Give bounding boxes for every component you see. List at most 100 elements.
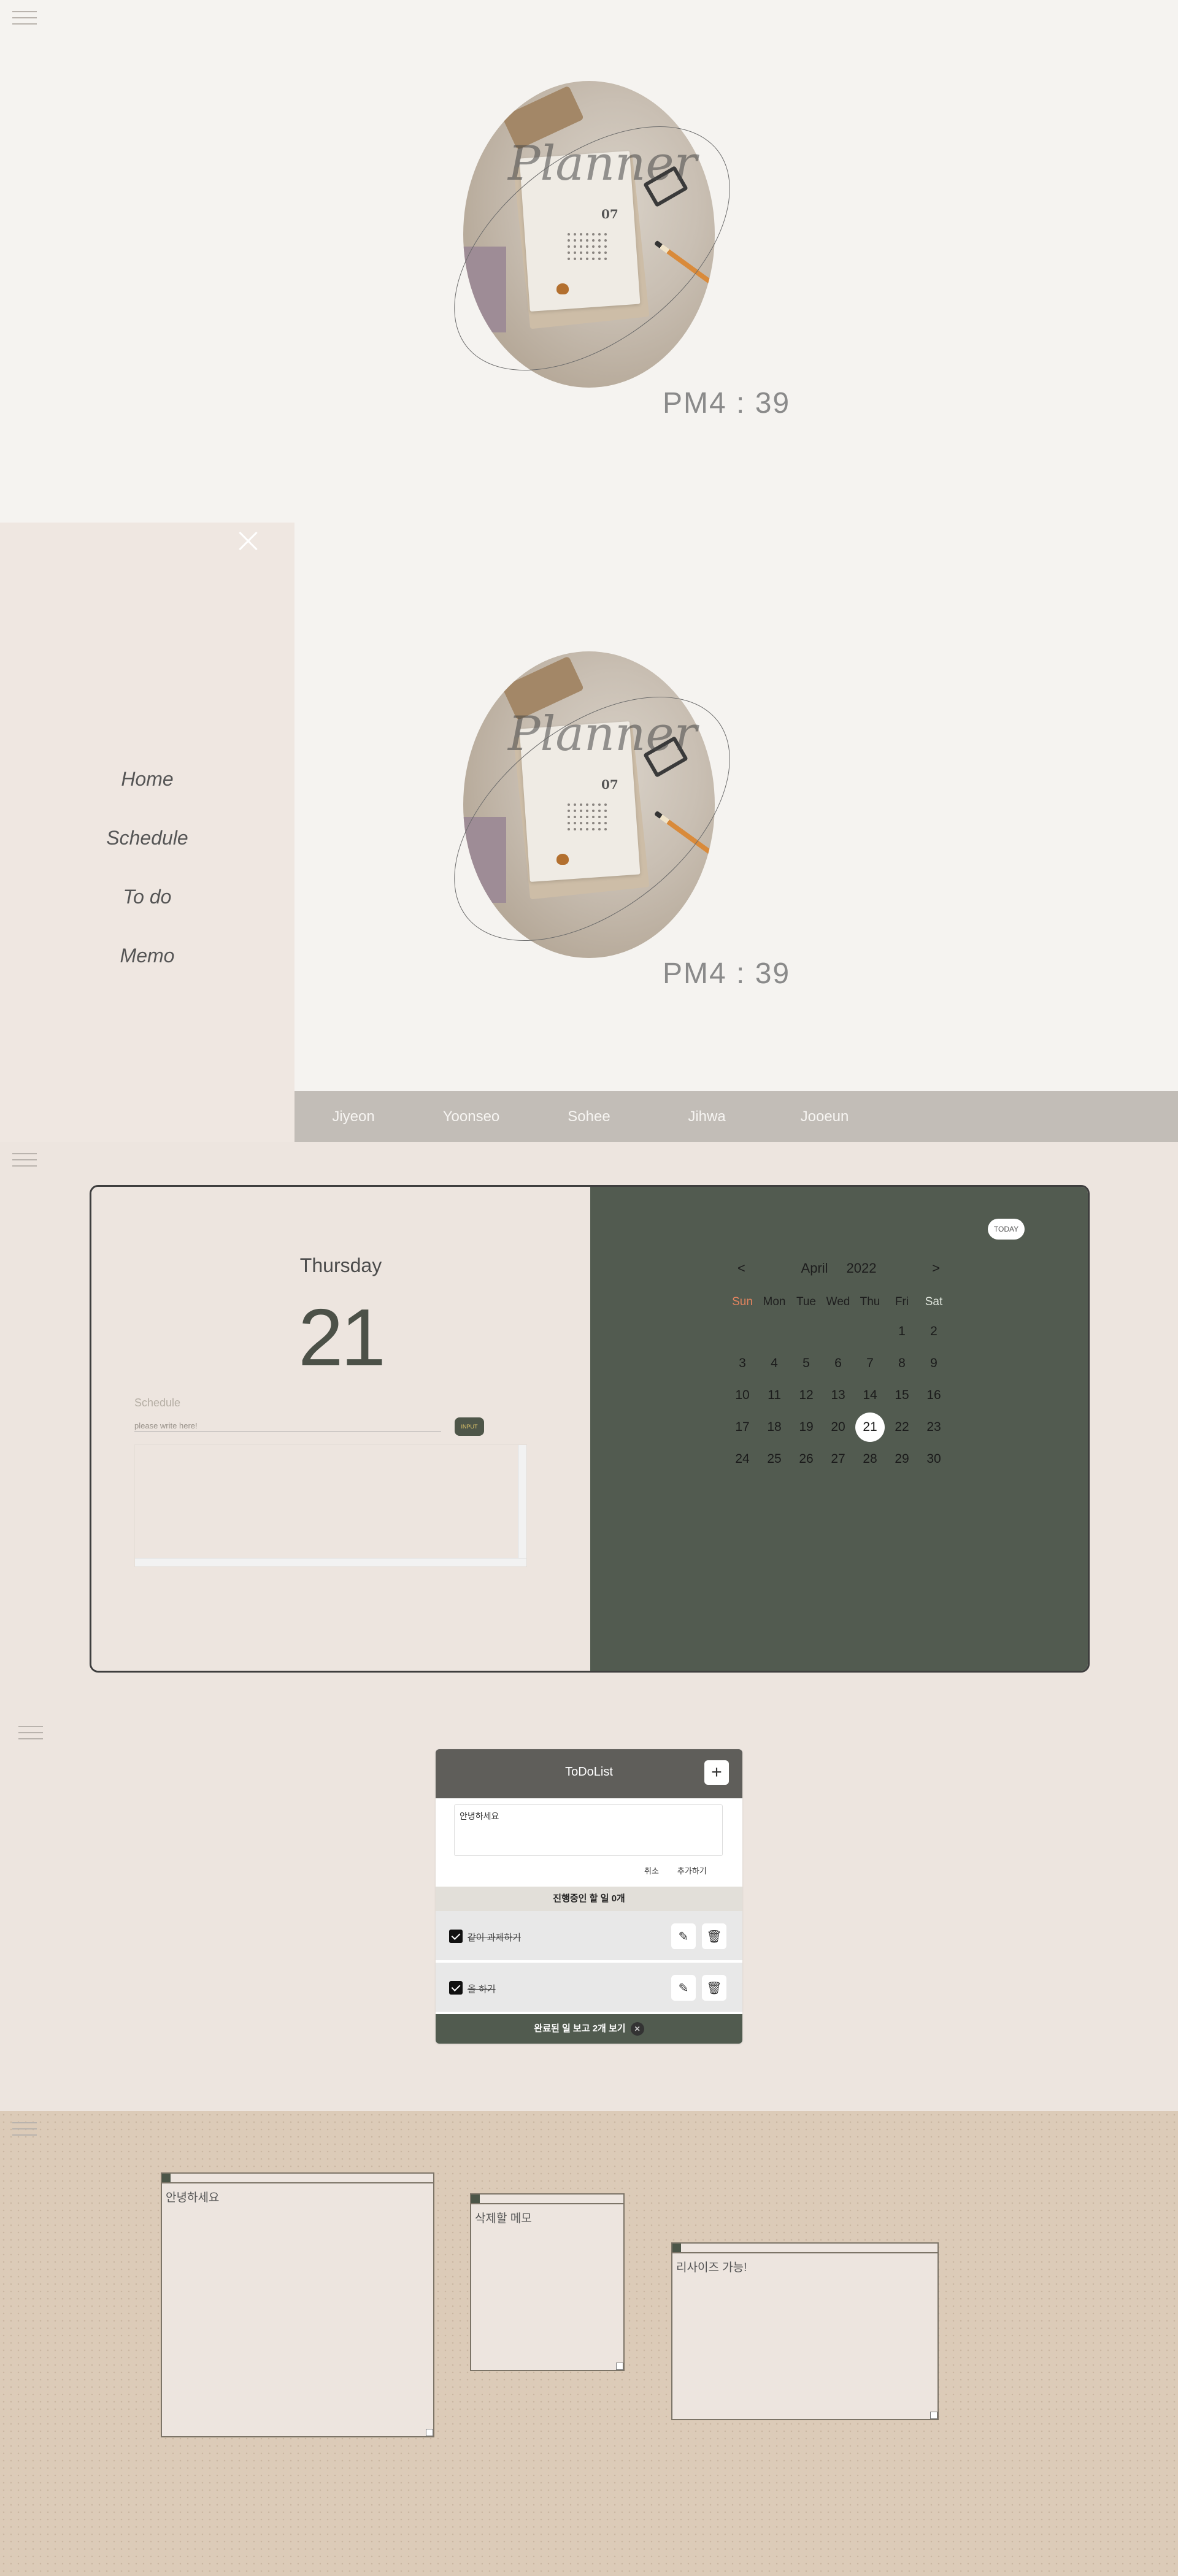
calendar-day[interactable]: 24 [726, 1443, 758, 1475]
weekday-label: Fri [895, 1295, 909, 1308]
weekday-label: Sun [732, 1295, 753, 1308]
calendar-day[interactable]: 7 [854, 1347, 886, 1379]
name-bar-secondary: Jiyeon Yoonseo Sohee Jihwa Jooeun [294, 1091, 1178, 1142]
completed-toggle-label: 완료된 일 보고 2개 보기 [534, 2023, 626, 2034]
trash-icon[interactable]: 🗑 [702, 1975, 726, 2001]
next-month-icon[interactable]: > [926, 1260, 946, 1276]
memo-drag-bar[interactable] [162, 2174, 433, 2183]
todo-textarea[interactable]: 안녕하세요 [454, 1804, 723, 1856]
calendar-grid: Sun Mon Tue Wed Thu Fri Sat 1 2 3 4 5 6 7 8 9 10 11 12 13 14… [726, 1289, 950, 1475]
calendar-year: 2022 [846, 1260, 877, 1276]
calendar-day[interactable]: 12 [790, 1379, 822, 1411]
calendar-empty-cell [822, 1316, 854, 1347]
drag-handle-icon[interactable] [162, 2174, 171, 2182]
calendar-day[interactable]: 29 [886, 1443, 918, 1475]
checkbox[interactable] [449, 1981, 463, 1995]
name-link-jihwa[interactable]: Jihwa [648, 1108, 766, 1125]
name-link-sohee[interactable]: Sohee [530, 1108, 648, 1125]
memo-note[interactable]: 리사이즈 가능! [671, 2242, 939, 2420]
hamburger-menu-icon[interactable] [12, 11, 37, 25]
todo-card: ToDoList + 안녕하세요 취소 추가하기 진행중인 할 일 0개 같이 … [436, 1749, 742, 2044]
drag-handle-icon[interactable] [672, 2244, 681, 2252]
close-icon[interactable] [236, 529, 260, 553]
completed-toggle-button[interactable]: 완료된 일 보고 2개 보기 ✕ [436, 2014, 742, 2044]
calendar-day[interactable]: 20 [822, 1411, 854, 1443]
memo-text[interactable]: 리사이즈 가능! [672, 2253, 937, 2280]
calendar-day[interactable]: 23 [918, 1411, 950, 1443]
memo-note[interactable]: 삭제할 메모 [470, 2193, 625, 2371]
add-button[interactable]: 추가하기 [677, 1865, 707, 1876]
memo-drag-bar[interactable] [471, 2195, 623, 2204]
calendar-day[interactable]: 13 [822, 1379, 854, 1411]
calendar-day[interactable]: 25 [758, 1443, 790, 1475]
schedule-list-area[interactable] [134, 1444, 527, 1567]
memo-text[interactable]: 삭제할 메모 [471, 2204, 623, 2231]
horizontal-scrollbar[interactable] [135, 1558, 526, 1566]
name-link-yoonseo[interactable]: Yoonseo [412, 1108, 530, 1125]
trash-icon[interactable]: 🗑 [702, 1923, 726, 1949]
weekday-label: Sat [925, 1295, 943, 1308]
name-link-jiyeon[interactable]: Jiyeon [294, 1108, 412, 1125]
calendar-day[interactable]: 6 [822, 1347, 854, 1379]
calendar-month: April [801, 1260, 828, 1276]
memo-note[interactable]: 안녕하세요 [161, 2172, 434, 2437]
calendar-day[interactable]: 14 [854, 1379, 886, 1411]
calendar-empty-cell [854, 1316, 886, 1347]
calendar-day[interactable]: 30 [918, 1443, 950, 1475]
calendar-day[interactable]: 11 [758, 1379, 790, 1411]
calendar-day[interactable]: 19 [790, 1411, 822, 1443]
calendar-day[interactable]: 27 [822, 1443, 854, 1475]
hamburger-menu-icon[interactable] [18, 1726, 43, 1739]
add-icon[interactable]: + [704, 1760, 729, 1785]
calendar-day[interactable]: 16 [918, 1379, 950, 1411]
memo-drag-bar[interactable] [672, 2244, 937, 2253]
resize-handle-icon[interactable] [930, 2412, 937, 2419]
cancel-button[interactable]: 취소 [644, 1865, 659, 1876]
checkbox[interactable] [449, 1930, 463, 1943]
calendar-panel: TODAY < April 2022 > Sun Mon Tue Wed Thu Fri S… [590, 1187, 1088, 1671]
todo-header: ToDoList + [436, 1749, 742, 1798]
menu-item-schedule[interactable]: Schedule [0, 827, 294, 849]
drag-handle-icon[interactable] [471, 2195, 480, 2203]
calendar-day-selected[interactable]: 21 [854, 1411, 886, 1443]
calendar-day[interactable]: 15 [886, 1379, 918, 1411]
input-button[interactable]: INPUT [455, 1417, 484, 1436]
schedule-section: Thursday 21 Schedule INPUT TODAY < April… [0, 1142, 1178, 1712]
hamburger-menu-icon[interactable] [12, 1153, 37, 1167]
prev-month-icon[interactable]: < [731, 1260, 752, 1276]
calendar-day[interactable]: 9 [918, 1347, 950, 1379]
weekday-label: Wed [826, 1295, 850, 1308]
calendar-day[interactable]: 10 [726, 1379, 758, 1411]
hero-section: 07 Planner PM4 : 39 Jiyeon Yoonseo Sohee… [0, 0, 1178, 569]
calendar-day[interactable]: 8 [886, 1347, 918, 1379]
calendar-day[interactable]: 28 [854, 1443, 886, 1475]
calendar-day[interactable]: 18 [758, 1411, 790, 1443]
hamburger-menu-icon[interactable] [12, 2122, 37, 2136]
day-name: Thursday [299, 1254, 382, 1276]
today-button[interactable]: TODAY [988, 1219, 1025, 1240]
nav-overlay-section: Home Schedule To do Memo 07 Planner PM4 … [0, 523, 1178, 1142]
schedule-input[interactable] [134, 1420, 441, 1432]
memo-text[interactable]: 안녕하세요 [162, 2183, 433, 2210]
calendar-day[interactable]: 17 [726, 1411, 758, 1443]
vertical-scrollbar[interactable] [518, 1445, 526, 1559]
todo-item-text: 같이 과제하기 [468, 1933, 521, 1943]
resize-handle-icon[interactable] [616, 2363, 623, 2370]
todo-item: 올 하기 ✎ 🗑 [436, 1963, 742, 2013]
calendar-day[interactable]: 3 [726, 1347, 758, 1379]
weekday-label: Thu [860, 1295, 880, 1308]
pencil-icon[interactable]: ✎ [671, 1975, 696, 2001]
calendar-day[interactable]: 22 [886, 1411, 918, 1443]
name-link-jooeun[interactable]: Jooeun [766, 1108, 884, 1125]
menu-item-home[interactable]: Home [0, 768, 294, 791]
menu-item-todo[interactable]: To do [0, 886, 294, 908]
calendar-day[interactable]: 2 [918, 1316, 950, 1347]
calendar-day[interactable]: 5 [790, 1347, 822, 1379]
calendar-day[interactable]: 26 [790, 1443, 822, 1475]
calendar-day[interactable]: 1 [886, 1316, 918, 1347]
pencil-icon[interactable]: ✎ [671, 1923, 696, 1949]
resize-handle-icon[interactable] [426, 2429, 433, 2436]
todo-item: 같이 과제하기 ✎ 🗑 [436, 1911, 742, 1961]
menu-item-memo[interactable]: Memo [0, 945, 294, 967]
calendar-day[interactable]: 4 [758, 1347, 790, 1379]
